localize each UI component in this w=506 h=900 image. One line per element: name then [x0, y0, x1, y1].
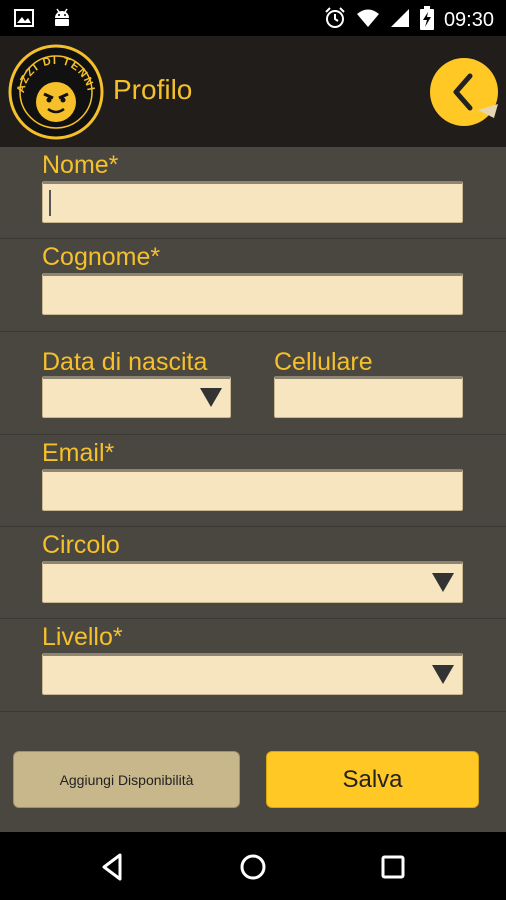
dropdown-arrow-icon [432, 665, 454, 684]
email-input[interactable] [42, 469, 463, 511]
status-bar: 09:30 [0, 0, 506, 36]
livello-label: Livello* [42, 623, 123, 651]
dropdown-arrow-icon [200, 388, 222, 407]
chevron-left-icon [430, 58, 498, 126]
row-cognome: Cognome* [0, 239, 506, 332]
aggiungi-disponibilita-button[interactable]: Aggiungi Disponibilità [13, 751, 240, 808]
android-icon [52, 8, 72, 33]
email-label: Email* [42, 439, 115, 467]
system-nav-bar [0, 832, 506, 900]
image-icon [14, 9, 34, 32]
clock: 09:30 [443, 9, 494, 31]
cognome-label: Cognome* [42, 243, 161, 271]
profile-form: Nome* Cognome* Data di nascita Cellulare… [0, 147, 506, 832]
alarm-icon [324, 7, 346, 34]
app-bar: PAZZI DI TENNIS Profilo [0, 35, 506, 147]
row-nome: Nome* [0, 147, 506, 239]
text-caret [49, 190, 51, 216]
cognome-input[interactable] [42, 273, 463, 315]
cellulare-label: Cellulare [274, 348, 373, 376]
circolo-select[interactable] [42, 561, 463, 603]
page-title: Profilo [113, 74, 193, 105]
nav-back-button[interactable] [96, 850, 130, 884]
back-triangle-icon [102, 853, 122, 881]
row-email: Email* [0, 435, 506, 527]
cellulare-input[interactable] [274, 376, 463, 418]
nome-label: Nome* [42, 151, 119, 179]
home-circle-icon [240, 854, 266, 880]
salva-button[interactable]: Salva [266, 751, 479, 808]
pazzi-di-tennis-logo: PAZZI DI TENNIS [4, 35, 104, 140]
circolo-label: Circolo [42, 531, 120, 559]
row-nascita-cellulare: Data di nascita Cellulare [0, 332, 506, 435]
row-livello: Livello* [0, 619, 506, 712]
wifi-icon [356, 8, 380, 33]
signal-icon [390, 8, 410, 33]
dropdown-arrow-icon [432, 573, 454, 592]
battery-charging-icon [419, 6, 434, 35]
data-nascita-select[interactable] [42, 376, 231, 418]
row-circolo: Circolo [0, 527, 506, 619]
recents-square-icon [381, 855, 405, 879]
nav-home-button[interactable] [236, 850, 270, 884]
nav-recents-button[interactable] [376, 850, 410, 884]
back-button[interactable] [428, 56, 500, 128]
data-nascita-label: Data di nascita [42, 348, 208, 376]
nome-input[interactable] [42, 181, 463, 223]
livello-select[interactable] [42, 653, 463, 695]
